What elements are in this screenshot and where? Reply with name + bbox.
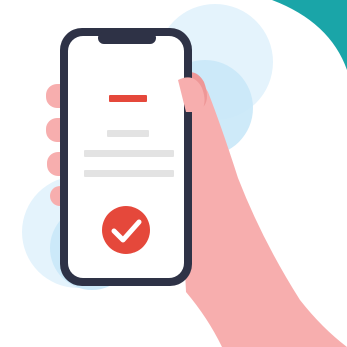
illustration-scene [0,0,347,347]
phone-notch [98,32,156,44]
check-circle-icon [102,206,150,254]
screen-line-1 [107,130,149,137]
hand-palm [176,74,347,347]
corner-accent-shape [272,0,347,70]
screen-line-3 [84,170,174,177]
screen-title-bar [109,95,147,102]
screen-line-2 [84,150,174,157]
hand-holding-phone-illustration [22,0,347,347]
phone [60,28,192,286]
